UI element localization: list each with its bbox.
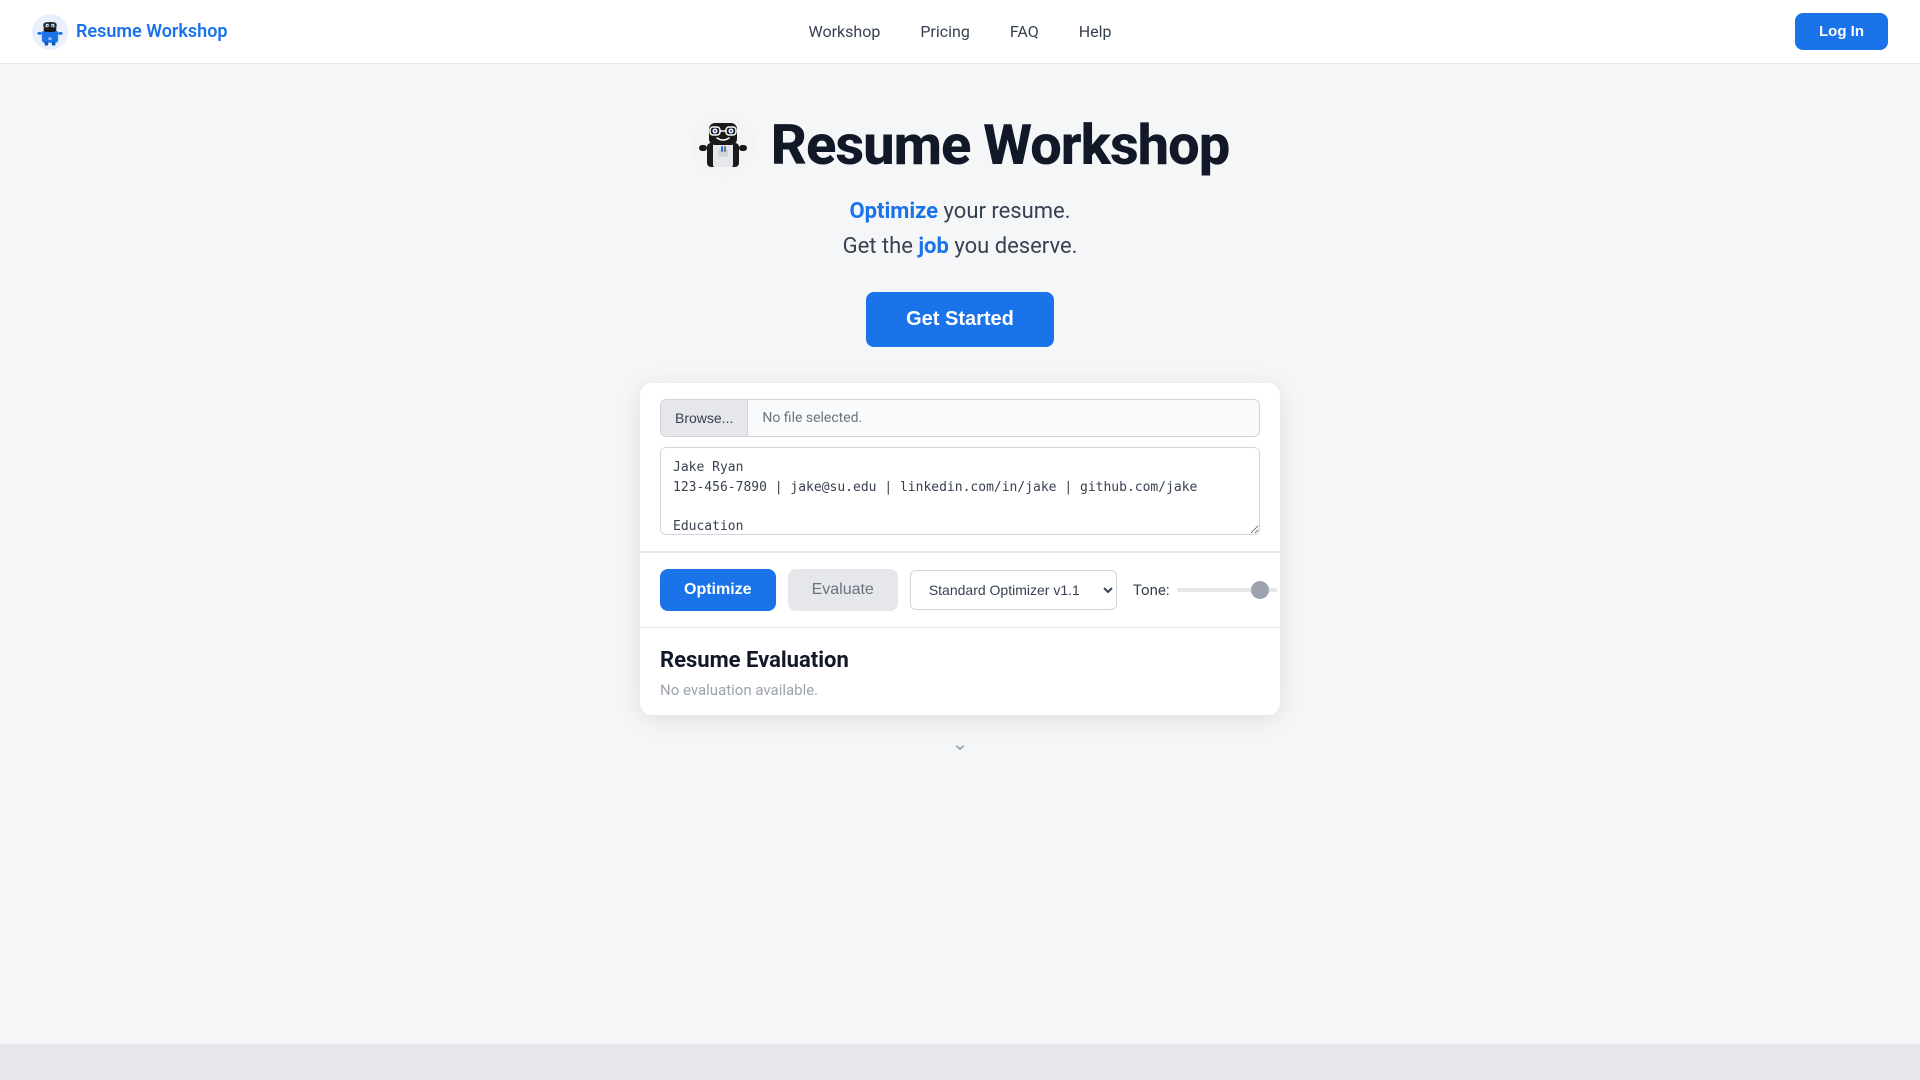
hero-title-row: Resume Workshop [691, 112, 1229, 178]
tone-label: Tone: [1133, 581, 1170, 599]
nav-faq[interactable]: FAQ [1010, 22, 1039, 41]
hero-tagline-job: job [918, 234, 949, 259]
workshop-card: Browse... No file selected. Optimize Eva… [640, 383, 1280, 715]
tone-section: Tone: [1133, 581, 1278, 599]
hero-tagline: Optimize your resume. Get the job you de… [843, 194, 1078, 264]
evaluation-section: Resume Evaluation No evaluation availabl… [640, 627, 1280, 715]
hero-section: Resume Workshop Optimize your resume. Ge… [0, 64, 1920, 795]
nav-workshop[interactable]: Workshop [809, 22, 881, 41]
nav-links: Workshop Pricing FAQ Help [809, 22, 1112, 41]
card-file-section: Browse... No file selected. [640, 383, 1280, 552]
brand-link[interactable]: Resume Workshop [32, 14, 228, 50]
resume-textarea[interactable] [660, 447, 1260, 535]
evaluation-empty-label: No evaluation available. [660, 681, 1260, 699]
chevron-down-icon: ⌄ [952, 731, 969, 755]
scroll-hint: ⌄ [952, 715, 969, 763]
hero-tagline-resume: your resume. [938, 199, 1070, 224]
evaluation-title: Resume Evaluation [660, 648, 1260, 673]
hero-mascot-icon [691, 113, 755, 177]
login-button[interactable]: Log In [1795, 13, 1888, 50]
file-name-label: No file selected. [748, 400, 1259, 436]
brand-mascot-icon [32, 14, 68, 50]
nav-help[interactable]: Help [1079, 22, 1112, 41]
optimize-button[interactable]: Optimize [660, 569, 776, 611]
nav-pricing[interactable]: Pricing [920, 22, 970, 41]
hero-title: Resume Workshop [771, 112, 1229, 178]
optimizer-select[interactable]: Standard Optimizer v1.1 Advanced Optimiz… [910, 570, 1117, 610]
hero-tagline-get: Get the [843, 234, 919, 259]
file-input-row: Browse... No file selected. [660, 399, 1260, 437]
hero-tagline-optimize: Optimize [849, 199, 938, 224]
get-started-button[interactable]: Get Started [866, 292, 1054, 347]
tone-slider[interactable] [1177, 588, 1277, 592]
footer-bar [0, 1044, 1920, 1080]
evaluate-button[interactable]: Evaluate [788, 569, 898, 611]
brand-name: Resume Workshop [76, 21, 228, 42]
toolbar-row: Optimize Evaluate Standard Optimizer v1.… [640, 552, 1280, 627]
browse-button[interactable]: Browse... [661, 400, 748, 436]
hero-tagline-deserve: you deserve. [949, 234, 1078, 259]
navbar: Resume Workshop Workshop Pricing FAQ Hel… [0, 0, 1920, 64]
